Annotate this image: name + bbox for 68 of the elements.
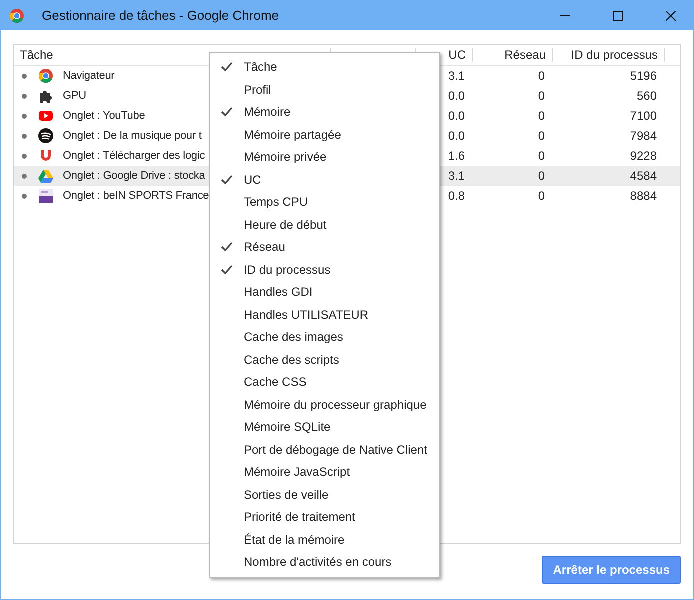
table-cell: 0.0 — [448, 109, 465, 123]
play-icon — [38, 108, 54, 124]
table-cell: 0 — [538, 89, 545, 103]
window-title: Gestionnaire de tâches - Google Chrome — [42, 8, 280, 23]
table-cell: 560 — [636, 89, 657, 103]
table-cell: 0 — [538, 109, 545, 123]
table-cell: 0 — [538, 169, 545, 183]
table-cell: 0 — [538, 69, 545, 83]
table-cell: 1.6 — [448, 149, 465, 163]
tile-icon — [38, 188, 54, 204]
table-cell: 0 — [538, 129, 545, 143]
menu-item[interactable]: Heure de début — [210, 214, 439, 236]
table-cell: 0.0 — [448, 129, 465, 143]
task-name[interactable]: Onglet : beIN SPORTS France — [63, 190, 210, 202]
table-cell: 0.0 — [448, 89, 465, 103]
table-cell: 8884 — [630, 189, 657, 203]
menu-item[interactable]: Cache CSS — [210, 371, 439, 394]
table-cell: 0 — [538, 149, 545, 163]
status-dot — [22, 194, 27, 198]
table-cell: 0 — [538, 189, 545, 203]
table-cell: 0.8 — [448, 189, 465, 203]
waves-icon — [38, 128, 54, 144]
chrome-icon — [9, 8, 25, 24]
table-cell: 7984 — [630, 129, 657, 143]
table-cell: 9228 — [630, 149, 657, 163]
table-cell: 4584 — [630, 169, 657, 183]
drive-icon — [38, 168, 54, 184]
menu-item[interactable]: Temps CPU — [210, 191, 439, 214]
menu-item[interactable]: Réseau — [210, 236, 439, 258]
task-name[interactable]: Onglet : Google Drive : stocka — [63, 170, 206, 182]
task-name[interactable]: Onglet : YouTube — [63, 110, 146, 122]
status-dot — [22, 114, 27, 118]
task-name[interactable]: Navigateur — [63, 70, 115, 82]
table-cell: 5196 — [630, 69, 657, 83]
menu-item[interactable]: Profil — [210, 78, 439, 101]
menu-item[interactable]: Mémoire JavaScript — [210, 461, 439, 484]
menu-item[interactable]: UC — [210, 168, 439, 191]
menu-item[interactable]: ID du processus — [210, 258, 439, 281]
menu-item[interactable]: Cache des scripts — [210, 348, 439, 371]
task-name[interactable]: Onglet : De la musique pour t — [63, 130, 202, 142]
table-cell: 7100 — [630, 109, 657, 123]
table-cell: 3.1 — [448, 69, 465, 83]
menu-item[interactable]: Nombre d'activités en cours — [210, 551, 439, 574]
column-header[interactable]: ID du processus — [553, 48, 665, 62]
menu-item[interactable]: Port de débogage de Native Client — [210, 438, 439, 461]
chrome-icon — [38, 68, 54, 84]
status-dot — [22, 74, 27, 78]
task-name[interactable]: GPU — [63, 90, 86, 102]
column-header[interactable]: Réseau — [473, 48, 553, 62]
menu-item[interactable]: État de la mémoire — [210, 528, 439, 551]
menu-item[interactable]: Mémoire privée — [210, 146, 439, 168]
status-dot — [22, 154, 27, 158]
magnet-icon — [38, 148, 54, 164]
puzzle-icon — [38, 88, 54, 104]
menu-item[interactable]: Handles GDI — [210, 281, 439, 304]
menu-item[interactable]: Cache des images — [210, 326, 439, 348]
menu-item[interactable]: Mémoire du processeur graphique — [210, 394, 439, 416]
menu-item[interactable]: Mémoire partagée — [210, 124, 439, 146]
menu-item[interactable]: Handles UTILISATEUR — [210, 304, 439, 326]
status-dot — [22, 94, 27, 98]
menu-item[interactable]: Priorité de traitement — [210, 506, 439, 528]
status-dot — [22, 134, 27, 138]
menu-item[interactable]: Mémoire — [210, 101, 439, 124]
menu-item[interactable]: Sorties de veille — [210, 484, 439, 506]
task-name[interactable]: Onglet : Télécharger des logic — [63, 150, 206, 162]
table-cell: 3.1 — [448, 169, 465, 183]
status-dot — [22, 174, 27, 178]
menu-item[interactable]: Mémoire SQLite — [210, 416, 439, 438]
